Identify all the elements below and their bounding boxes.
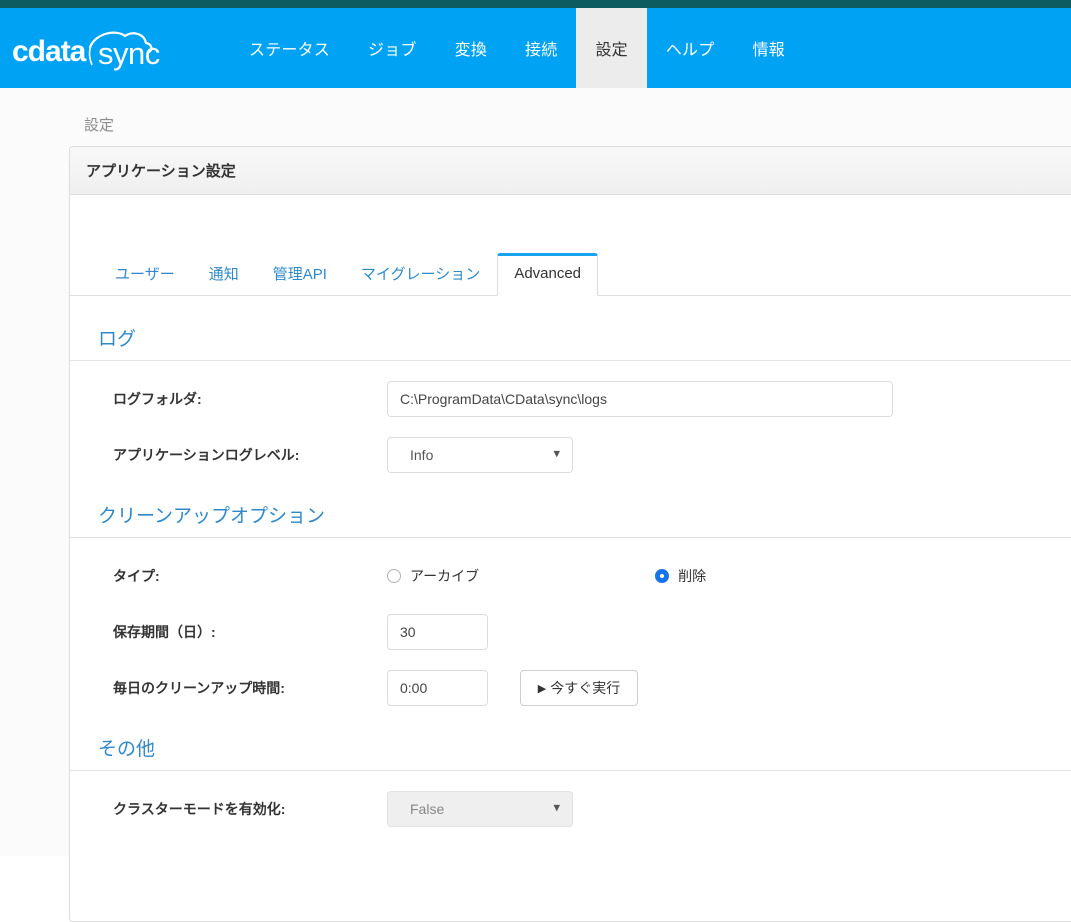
- run-now-button[interactable]: ▶ 今すぐ実行: [520, 670, 638, 706]
- cluster-mode-label: クラスターモードを有効化:: [113, 799, 387, 819]
- radio-label: 削除: [678, 566, 706, 586]
- tab-label: 通知: [209, 266, 239, 283]
- daily-cleanup-time-control: ▶ 今すぐ実行: [387, 670, 638, 706]
- breadcrumb: 設定: [0, 88, 1071, 135]
- section-title-cleanup: クリーンアップオプション: [98, 501, 1071, 537]
- panel-header: アプリケーション設定: [70, 147, 1071, 195]
- nav-items: ステータス ジョブ 変換 接続 設定 ヘルプ 情報: [230, 8, 1071, 88]
- tab-label: 管理API: [273, 266, 327, 283]
- brand-logo[interactable]: cdata sync: [0, 8, 230, 88]
- nav-item-jobs[interactable]: ジョブ: [349, 8, 436, 88]
- tab-notifications[interactable]: 通知: [192, 254, 256, 296]
- nav-item-label: 設定: [595, 36, 627, 60]
- section-divider: [70, 360, 1071, 361]
- cluster-mode-select[interactable]: False: [387, 791, 573, 827]
- retention-days-control: [387, 614, 488, 650]
- tab-label: ユーザー: [115, 266, 175, 283]
- nav-item-label: ステータス: [249, 36, 330, 60]
- cleanup-type-label: タイプ:: [113, 566, 387, 586]
- section-title-log: ログ: [98, 324, 1071, 360]
- field-row-retention-days: 保存期間（日）:: [70, 614, 1071, 650]
- breadcrumb-item-settings[interactable]: 設定: [84, 117, 114, 134]
- nav-item-label: ヘルプ: [666, 36, 715, 60]
- cleanup-type-radio-group: アーカイブ 削除: [387, 566, 706, 586]
- svg-text:sync: sync: [98, 36, 160, 71]
- radio-unchecked-icon: [387, 569, 401, 583]
- log-folder-control: [387, 381, 893, 417]
- tab-advanced[interactable]: Advanced: [497, 253, 598, 296]
- log-folder-input[interactable]: [387, 381, 893, 417]
- log-level-label: アプリケーションログレベル:: [113, 445, 387, 465]
- daily-cleanup-time-input[interactable]: [387, 670, 488, 706]
- nav-item-status[interactable]: ステータス: [230, 8, 349, 88]
- nav-item-connections[interactable]: 接続: [506, 8, 576, 88]
- tab-label: Advanced: [514, 265, 581, 282]
- field-row-log-folder: ログフォルダ:: [70, 381, 1071, 417]
- tab-users[interactable]: ユーザー: [98, 254, 192, 296]
- section-title-other: その他: [98, 734, 1071, 770]
- log-level-control: Info ▾: [387, 437, 573, 473]
- tab-label: マイグレーション: [361, 266, 480, 283]
- radio-checked-icon: [655, 569, 669, 583]
- log-level-select-wrap: Info ▾: [387, 437, 573, 473]
- retention-days-label: 保存期間（日）:: [113, 622, 387, 642]
- main-navbar: cdata sync ステータス ジョブ 変換 接続 設定 ヘルプ 情報: [0, 8, 1071, 88]
- panel-body: ユーザー 通知 管理API マイグレーション Advanced ログ: [70, 195, 1071, 922]
- nav-item-settings[interactable]: 設定: [576, 8, 646, 88]
- field-row-cluster-mode: クラスターモードを有効化: False ▾: [70, 791, 1071, 827]
- run-now-button-label: 今すぐ実行: [550, 678, 620, 698]
- application-settings-panel: アプリケーション設定 ユーザー 通知 管理API マイグレーション Advanc…: [69, 146, 1071, 922]
- nav-item-label: 変換: [455, 36, 487, 60]
- log-folder-label: ログフォルダ:: [113, 389, 387, 409]
- section-divider: [70, 537, 1071, 538]
- section-divider: [70, 770, 1071, 771]
- nav-item-label: 情報: [752, 36, 784, 60]
- nav-item-info[interactable]: 情報: [733, 8, 803, 88]
- page-title: アプリケーション設定: [86, 160, 236, 181]
- settings-tabs: ユーザー 通知 管理API マイグレーション Advanced: [70, 195, 1071, 296]
- nav-item-label: ジョブ: [368, 36, 417, 60]
- retention-days-input[interactable]: [387, 614, 488, 650]
- play-icon: ▶: [538, 682, 546, 695]
- tab-admin-api[interactable]: 管理API: [256, 254, 344, 296]
- nav-item-transform[interactable]: 変換: [436, 8, 506, 88]
- field-row-log-level: アプリケーションログレベル: Info ▾: [70, 437, 1071, 473]
- nav-item-label: 接続: [525, 36, 557, 60]
- radio-cleanup-type-delete[interactable]: 削除: [655, 566, 706, 586]
- log-level-select[interactable]: Info: [387, 437, 573, 473]
- cluster-mode-select-wrap: False ▾: [387, 791, 573, 827]
- tab-migration[interactable]: マイグレーション: [344, 254, 497, 296]
- field-row-daily-cleanup-time: 毎日のクリーンアップ時間: ▶ 今すぐ実行: [70, 670, 1071, 706]
- field-row-cleanup-type: タイプ: アーカイブ 削除: [70, 558, 1071, 594]
- daily-cleanup-time-label: 毎日のクリーンアップ時間:: [113, 678, 387, 698]
- cdata-sync-logo-icon: cdata sync: [12, 25, 182, 71]
- nav-item-help[interactable]: ヘルプ: [647, 8, 734, 88]
- cluster-mode-control: False ▾: [387, 791, 573, 827]
- svg-text:cdata: cdata: [12, 35, 87, 68]
- top-accent-bar: [0, 0, 1071, 8]
- radio-label: アーカイブ: [410, 566, 479, 586]
- advanced-tab-content: ログ ログフォルダ: アプリケーションログレベル: Info: [70, 324, 1071, 827]
- page-content: 設定 アプリケーション設定 ユーザー 通知 管理API マイグレーション: [0, 88, 1071, 856]
- radio-cleanup-type-archive[interactable]: アーカイブ: [387, 566, 479, 586]
